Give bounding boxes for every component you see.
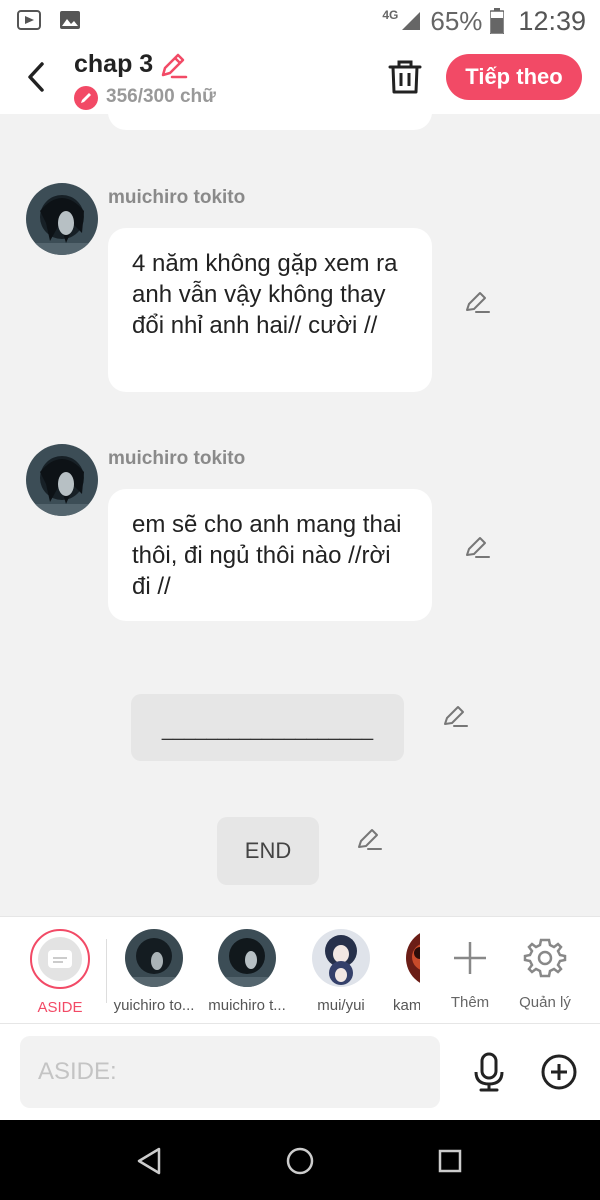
header: chap 3 356/300 chữ Tiếp theo (0, 42, 600, 114)
character-label: muichiro t... (208, 997, 286, 1014)
edit-message-icon[interactable] (464, 534, 490, 560)
delete-button[interactable] (386, 58, 424, 96)
network-type: 4G (382, 8, 399, 22)
composer (0, 1024, 600, 1120)
edit-end-icon[interactable] (356, 826, 382, 852)
character-label: mui/yui (317, 997, 365, 1014)
next-button[interactable]: Tiếp theo (446, 54, 582, 100)
avatar-image (26, 183, 98, 255)
aside-avatar (30, 929, 90, 989)
character-muichiro[interactable]: muichiro t... (204, 929, 290, 1014)
edit-aside-icon[interactable] (442, 703, 468, 729)
edit-title-icon[interactable] (158, 50, 188, 80)
nav-back-icon[interactable] (133, 1144, 167, 1178)
system-nav-bar (0, 1120, 600, 1200)
message-input[interactable] (20, 1036, 440, 1108)
character-label: kam (393, 997, 420, 1014)
divider (106, 939, 107, 1003)
character-mui-yui[interactable]: mui/yui (298, 929, 384, 1014)
nav-home-icon[interactable] (283, 1144, 317, 1178)
add-content-button[interactable] (540, 1053, 578, 1091)
back-button[interactable] (22, 60, 52, 94)
character-yuichiro[interactable]: yuichiro to... (111, 929, 197, 1014)
word-count: 356/300 chữ (106, 86, 216, 107)
character-avatar (312, 929, 370, 987)
edit-message-icon[interactable] (464, 289, 490, 315)
character-label: ASIDE (37, 999, 83, 1016)
character-avatar (218, 929, 276, 987)
add-label: Thêm (450, 994, 490, 1011)
avatar[interactable] (26, 444, 98, 516)
aside-icon (38, 937, 82, 981)
character-kam[interactable]: kam (380, 929, 420, 1014)
microphone-button[interactable] (470, 1052, 508, 1092)
character-avatar (125, 929, 183, 987)
avatar-image (26, 444, 98, 516)
end-message[interactable]: END (217, 817, 319, 885)
character-avatar (406, 929, 420, 987)
clock: 12:39 (518, 5, 586, 36)
image-notification-icon (60, 11, 80, 29)
chat-area[interactable]: muichiro tokito 4 năm không gặp xem ra a… (0, 114, 600, 916)
nav-recents-icon[interactable] (433, 1144, 467, 1178)
gear-icon (523, 938, 567, 978)
plus-icon (454, 942, 486, 974)
battery-icon (490, 8, 505, 34)
aside-message[interactable]: ___________________ (131, 694, 404, 761)
message-bubble[interactable]: em sẽ cho anh mang thai thôi, đi ngủ thô… (108, 489, 432, 621)
message-bubble-partial (108, 114, 432, 130)
manage-label: Quản lý (519, 994, 571, 1011)
sender-name: muichiro tokito (108, 187, 246, 208)
character-label: yuichiro to... (113, 997, 195, 1014)
message-bubble[interactable]: 4 năm không gặp xem ra anh vẫn vậy không… (108, 228, 432, 392)
character-aside[interactable]: ASIDE (17, 929, 103, 1016)
app-notification-icon (17, 10, 41, 30)
status-bar: 4G 65% 12:39 (0, 0, 600, 42)
pencil-icon (74, 86, 98, 110)
character-bar: ASIDE yuichiro to... muichiro t... mui/y… (0, 916, 600, 1024)
add-character-button[interactable]: Thêm (435, 929, 505, 1011)
manage-button[interactable]: Quản lý (510, 929, 580, 1011)
signal-icon (402, 12, 421, 30)
avatar[interactable] (26, 183, 98, 255)
sender-name: muichiro tokito (108, 448, 246, 469)
chapter-title[interactable]: chap 3 (74, 50, 153, 79)
battery-percent: 65% (430, 5, 483, 36)
